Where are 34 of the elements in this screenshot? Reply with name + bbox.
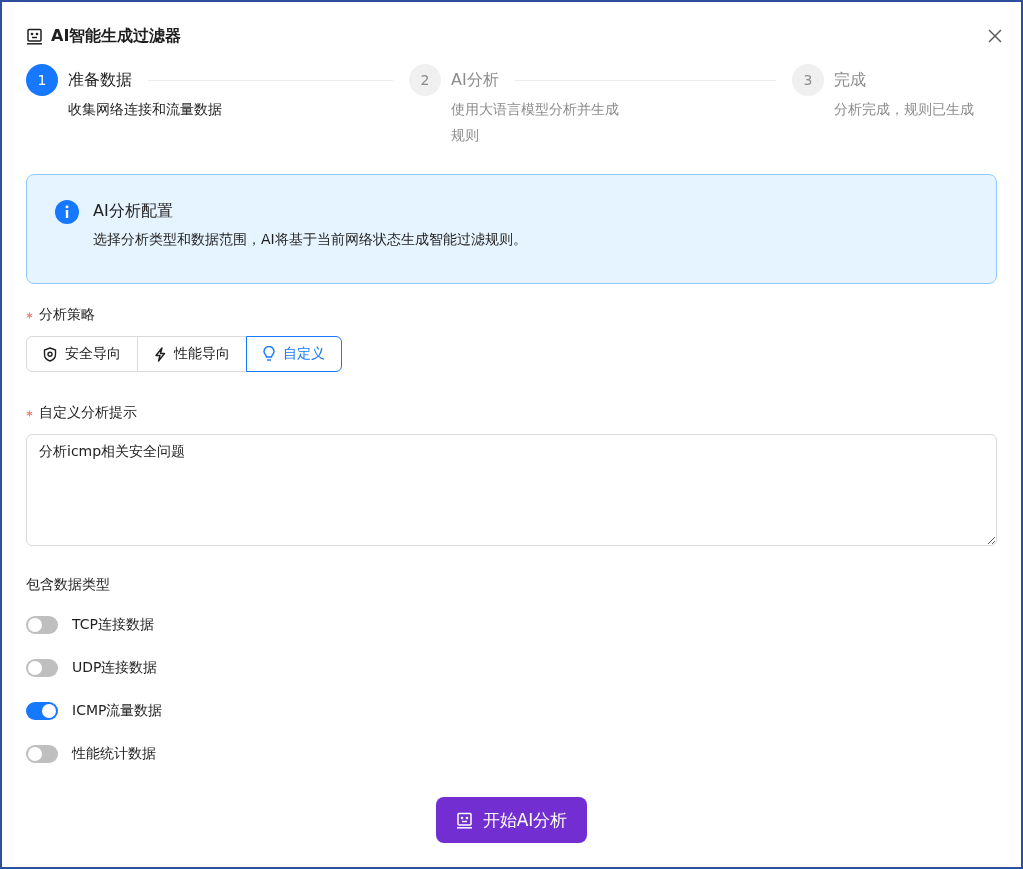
robot-icon <box>455 811 473 829</box>
field-label: 自定义分析提示 <box>39 404 137 422</box>
step-description: 使用大语言模型分析并生成规则 <box>451 100 620 145</box>
toggle-switch[interactable] <box>26 745 58 763</box>
strategy-option[interactable]: 安全导向 <box>26 336 138 372</box>
switch-label: 性能统计数据 <box>72 745 156 763</box>
switch-label: ICMP流量数据 <box>72 702 163 720</box>
alert-message: 选择分析类型和数据范围，AI将基于当前网络状态生成智能过滤规则。 <box>93 231 527 249</box>
step-title: AI分析 <box>451 69 499 91</box>
step-description: 收集网络连接和流量数据 <box>68 100 223 119</box>
field-label: 分析策略 <box>39 306 95 324</box>
step-title: 准备数据 <box>68 69 132 91</box>
switch-label: TCP连接数据 <box>72 616 154 634</box>
switch-label: UDP连接数据 <box>72 659 158 677</box>
step-number: 3 <box>792 64 824 96</box>
strategy-option[interactable]: 性能导向 <box>137 336 247 372</box>
info-icon <box>55 200 79 224</box>
lightbulb-icon <box>263 346 275 362</box>
dialog-title: AI智能生成过滤器 <box>51 25 182 47</box>
toggle-switch[interactable] <box>26 659 58 677</box>
shield-icon <box>43 346 57 362</box>
step-title: 完成 <box>834 69 866 91</box>
step-number: 2 <box>409 64 441 96</box>
toggle-switch[interactable] <box>26 702 58 720</box>
alert-title: AI分析配置 <box>93 200 174 222</box>
prompt-textarea[interactable]: 分析icmp相关安全问题 <box>26 434 997 546</box>
start-analysis-button[interactable]: 开始AI分析 <box>435 797 588 843</box>
strategy-option[interactable]: 自定义 <box>246 336 342 372</box>
toggle-switch[interactable] <box>26 616 58 634</box>
step-number: 1 <box>26 64 58 96</box>
lightning-icon <box>154 346 166 362</box>
step-description: 分析完成，规则已生成 <box>834 100 975 119</box>
robot-icon <box>26 27 43 45</box>
field-label: 包含数据类型 <box>26 576 110 594</box>
